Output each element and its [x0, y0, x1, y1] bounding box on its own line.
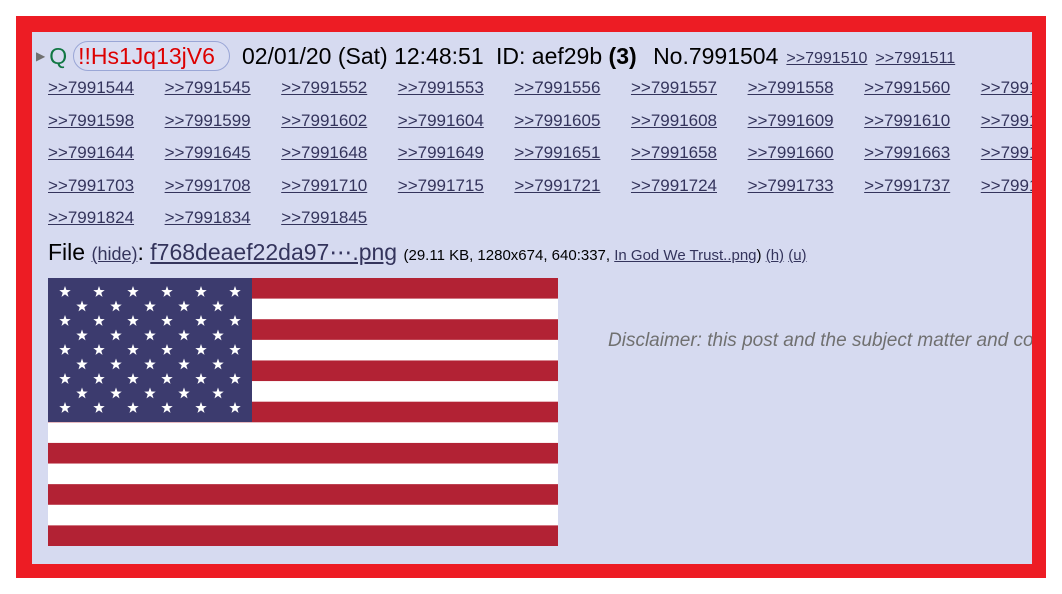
backlink[interactable]: >>7991649	[398, 141, 515, 165]
backlink[interactable]: >>7991610	[864, 109, 981, 133]
hide-post-arrow-icon[interactable]: ▶	[36, 49, 45, 63]
backlink[interactable]: >>7991737	[864, 174, 981, 198]
backlink[interactable]: >>7991824	[48, 206, 165, 230]
flag-stripe	[48, 484, 558, 506]
backlink[interactable]: >>7991558	[748, 76, 865, 100]
file-u-link[interactable]: (u)	[788, 247, 806, 264]
backlink-row: >>7991544 >>7991545 >>7991552 >>7991553 >>79…	[48, 76, 1032, 109]
flag-stripe	[48, 504, 558, 526]
post-header: ▶ Q !!Hs1Jq13jV6 02/01/20 (Sat) 12:48:51 ID…	[36, 40, 955, 75]
backlink[interactable]: >>7991648	[281, 141, 398, 165]
file-meta: (29.11 KB, 1280x674, 640:337, In God We …	[404, 247, 807, 264]
backlink[interactable]: >>7991703	[48, 174, 165, 198]
backlink[interactable]: >>7991557	[631, 76, 748, 100]
backlink[interactable]: >>7991658	[631, 141, 748, 165]
backlink[interactable]: >>7991733	[748, 174, 865, 198]
flag-stripe	[48, 525, 558, 546]
backlink[interactable]: >>7991721	[514, 174, 631, 198]
file-meta-details: (29.11 KB, 1280x674, 640:337,	[403, 247, 611, 264]
backlink[interactable]: >>7991602	[281, 109, 398, 133]
flag-stripe	[48, 442, 558, 464]
backlink[interactable]: >>7991598	[48, 109, 165, 133]
backlink[interactable]: >>7991663	[864, 141, 981, 165]
backlink[interactable]: >>7991708	[165, 174, 282, 198]
backlink[interactable]: >>7991545	[165, 76, 282, 100]
backlink[interactable]: >>7991651	[514, 141, 631, 165]
us-flag-image[interactable]	[48, 278, 558, 546]
backlink-row: >>7991644 >>7991645 >>7991648 >>7991649 >>79…	[48, 141, 1032, 174]
backlink[interactable]: >>7991608	[631, 109, 748, 133]
backlink[interactable]: >>7991604	[398, 109, 515, 133]
backlink[interactable]: >>7991740	[981, 174, 1032, 198]
backlink[interactable]: >>7991645	[165, 141, 282, 165]
file-h-link[interactable]: (h)	[766, 247, 784, 264]
post-datetime: 02/01/20 (Sat) 12:48:51	[241, 43, 484, 69]
backlink[interactable]: >>7991612	[981, 109, 1032, 133]
poster-id-value[interactable]: aef29b	[532, 43, 602, 69]
post-body-disclaimer: Disclaimer: this post and the subject ma…	[608, 330, 1032, 351]
backlink[interactable]: >>7991710	[281, 174, 398, 198]
file-name-link[interactable]: f768deaef22da97⋯.png	[150, 239, 397, 265]
backlink-row: >>7991703 >>7991708 >>7991710 >>7991715 >>79…	[48, 174, 1032, 207]
backlink-row: >>7991598 >>7991599 >>7991602 >>7991604 >>79…	[48, 109, 1032, 142]
backlink[interactable]: >>7991544	[48, 76, 165, 100]
backlink[interactable]: >>7991599	[165, 109, 282, 133]
backlink[interactable]: >>7991511	[875, 50, 955, 67]
backlink[interactable]: >>7991644	[48, 141, 165, 165]
backlink-row: >>7991824 >>7991834 >>7991845	[48, 206, 1032, 239]
backlink[interactable]: >>7991510	[786, 50, 867, 67]
hide-file-link[interactable]: (hide)	[91, 244, 137, 264]
backlink-list: >>7991544 >>7991545 >>7991552 >>7991553 >>79…	[48, 76, 1032, 239]
backlink[interactable]: >>7991660	[748, 141, 865, 165]
backlink[interactable]: >>7991724	[631, 174, 748, 198]
backlink[interactable]: >>7991834	[165, 206, 282, 230]
backlink[interactable]: >>7991665	[981, 141, 1032, 165]
backlink[interactable]: >>7991845	[281, 206, 398, 230]
backlink[interactable]: >>7991609	[748, 109, 865, 133]
file-info: File (hide): f768deaef22da97⋯.png (29.11…	[48, 236, 807, 272]
backlink[interactable]: >>7991560	[864, 76, 981, 100]
flag-stripe	[48, 422, 558, 444]
file-label: File	[48, 239, 86, 265]
tripcode: !!Hs1Jq13jV6	[73, 41, 230, 71]
backlink[interactable]: >>7991605	[514, 109, 631, 133]
post-container: ▶ Q !!Hs1Jq13jV6 02/01/20 (Sat) 12:48:51 ID…	[32, 32, 1032, 564]
backlink[interactable]: >>7991553	[398, 76, 515, 100]
backlink[interactable]: >>7991715	[398, 174, 515, 198]
file-meta-close: )	[756, 247, 762, 264]
post-number[interactable]: No.7991504	[653, 43, 778, 69]
flag-stripe	[48, 463, 558, 485]
backlink[interactable]: >>7991556	[514, 76, 631, 100]
flag-canton	[48, 278, 252, 422]
backlink[interactable]: >>7991552	[281, 76, 398, 100]
original-filename-link[interactable]: In God We Trust..png	[614, 247, 756, 264]
file-colon: :	[137, 239, 144, 265]
backlink[interactable]: >>7991562	[981, 76, 1032, 100]
poster-id-count: (3)	[608, 43, 637, 69]
poster-id-label: ID:	[496, 43, 526, 69]
poster-name: Q	[49, 43, 68, 69]
